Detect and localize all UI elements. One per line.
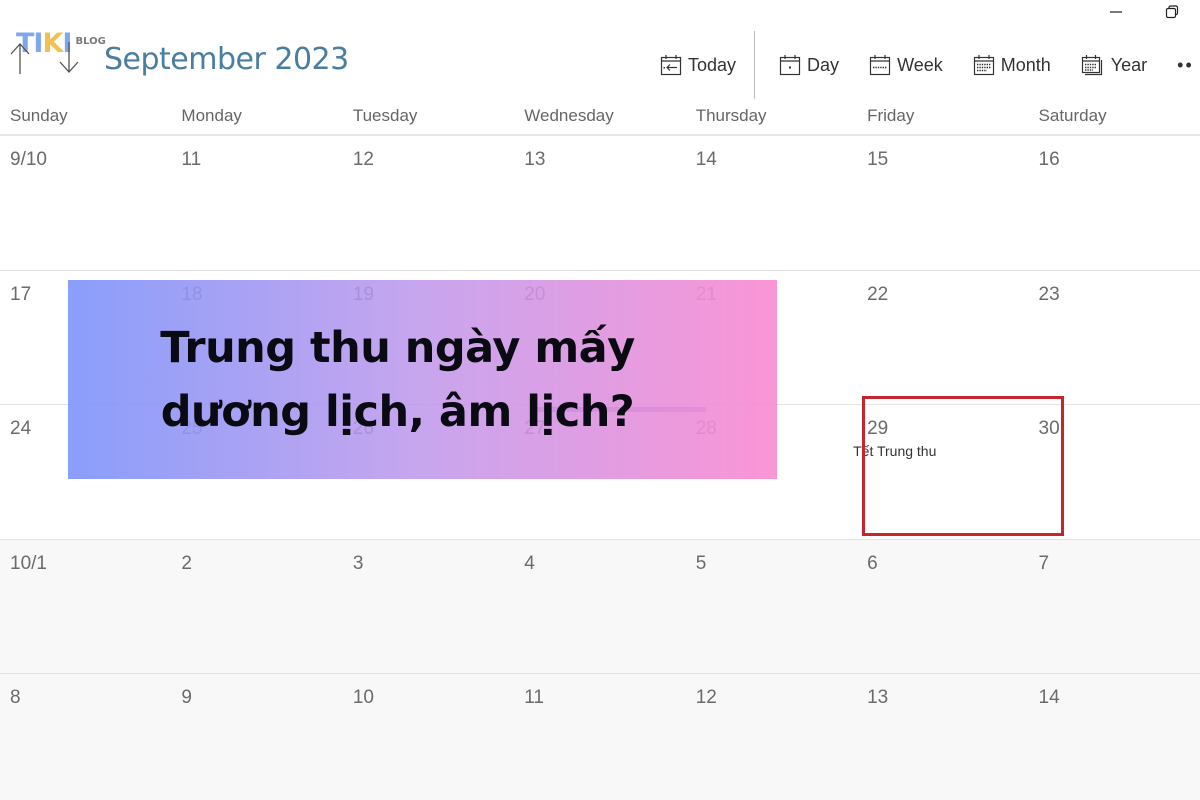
day-cell[interactable]: 5 (686, 540, 857, 674)
day-cell[interactable]: 7 (1029, 540, 1200, 674)
week-label: Week (897, 54, 943, 75)
day-cell[interactable]: 11 (171, 136, 342, 270)
calendar-year-icon (1081, 55, 1102, 76)
day-cell[interactable]: 10/1 (0, 540, 171, 674)
banner-title-line-2: dương lịch, âm lịch? (160, 387, 635, 437)
event-tet-trung-thu[interactable]: Tết Trung thu (853, 443, 1028, 459)
day-number: 29 (867, 418, 889, 440)
day-cell[interactable]: 6 (857, 540, 1028, 674)
calendar-today-icon (660, 55, 682, 76)
weekday-header: Thursday (695, 106, 767, 125)
day-number: 22 (867, 283, 889, 305)
weekday-header: Sunday (10, 106, 68, 125)
day-cell[interactable]: 8 (0, 674, 171, 800)
day-number: 9 (181, 687, 192, 709)
day-number: 30 (1038, 418, 1060, 440)
week-row: 9/10 11 12 13 14 15 16 (0, 136, 1200, 271)
more-button[interactable]: •• (1173, 48, 1198, 82)
day-cell[interactable]: 11 (514, 674, 685, 800)
calendar-header: TIKI BLOG September 2023 Today Day Week … (0, 0, 1200, 100)
today-label: Today (688, 54, 737, 75)
day-number: 13 (867, 687, 889, 709)
day-cell[interactable]: 4 (514, 540, 685, 674)
view-toolbar: Today Day Week Month Year •• (656, 31, 1198, 99)
logo-sub: BLOG (75, 36, 106, 47)
day-cell[interactable]: 22 (857, 271, 1028, 405)
day-number: 13 (524, 149, 546, 170)
day-cell[interactable]: 9 (171, 674, 342, 800)
day-number: 6 (867, 552, 878, 574)
day-cell[interactable]: 14 (1029, 674, 1200, 800)
day-number: 14 (1038, 687, 1060, 709)
day-number: 10/1 (10, 552, 47, 574)
day-number: 2 (181, 552, 192, 574)
year-view-button[interactable]: Year (1077, 48, 1151, 82)
calendar-week-icon (869, 55, 891, 76)
day-cell[interactable]: 14 (686, 136, 857, 270)
day-number: 4 (524, 552, 535, 574)
day-number: 5 (695, 552, 707, 574)
previous-month-button[interactable] (9, 40, 31, 76)
year-label: Year (1110, 54, 1148, 75)
weekday-header: Saturday (1038, 106, 1107, 125)
day-number: 23 (1038, 283, 1060, 305)
day-view-button[interactable]: Day (775, 48, 843, 82)
weekday-header-row: Sunday Monday Tuesday Wednesday Thursday… (0, 100, 1200, 136)
day-cell[interactable]: 10 (343, 674, 514, 800)
day-label: Day (807, 54, 840, 75)
month-title: September 2023 (104, 42, 349, 77)
day-cell[interactable]: 12 (343, 136, 514, 270)
day-number: 3 (352, 552, 364, 574)
day-cell-sep29[interactable]: 29 Tết Trung thu (853, 405, 1028, 539)
day-number: 7 (1038, 552, 1050, 574)
weekday-header: Tuesday (352, 106, 418, 125)
day-cell[interactable]: 12 (686, 674, 857, 800)
calendar-day-icon (779, 55, 801, 76)
next-month-button[interactable] (58, 40, 80, 76)
day-cell[interactable]: 30 (1029, 405, 1200, 539)
day-cell[interactable]: 13 (857, 674, 1028, 800)
banner-title-line-1: Trung thu ngày mấy (160, 323, 635, 373)
day-number: 15 (867, 149, 889, 170)
arrow-down-icon (59, 42, 79, 73)
day-number: 14 (695, 149, 717, 170)
month-view-button[interactable]: Month (969, 48, 1055, 82)
banner-title: Trung thu ngày mấy dương lịch, âm lịch? (68, 316, 777, 444)
month-label: Month (1000, 54, 1051, 75)
day-cell[interactable]: 15 (857, 136, 1028, 270)
day-number: 11 (524, 687, 544, 709)
weekday-header: Friday (867, 106, 915, 125)
more-icon: •• (1177, 54, 1194, 75)
week-row: 8 9 10 11 12 13 14 (0, 674, 1200, 800)
day-cell[interactable]: 13 (514, 136, 685, 270)
day-number: 9/10 (10, 149, 47, 170)
day-cell[interactable]: 3 (343, 540, 514, 674)
day-number: 12 (695, 687, 717, 709)
day-cell[interactable]: 9/10 (0, 136, 171, 270)
weekday-header: Monday (181, 106, 242, 125)
today-button[interactable]: Today (656, 48, 740, 82)
calendar-month-icon (973, 55, 994, 76)
article-title-banner: Trung thu ngày mấy dương lịch, âm lịch? (68, 280, 777, 479)
day-cell[interactable]: 16 (1029, 136, 1200, 270)
day-number: 11 (181, 149, 202, 170)
day-number: 8 (10, 687, 21, 709)
day-number: 10 (352, 687, 374, 709)
week-row: 10/1 2 3 4 5 6 7 (0, 539, 1200, 675)
weekday-header: Wednesday (524, 106, 614, 125)
day-cell[interactable]: 2 (171, 540, 342, 674)
day-number: 12 (352, 149, 374, 170)
week-view-button[interactable]: Week (865, 48, 947, 82)
toolbar-divider (754, 31, 756, 99)
day-number: 16 (1038, 149, 1060, 170)
day-cell[interactable]: 23 (1029, 271, 1200, 405)
arrow-up-icon (10, 43, 30, 74)
